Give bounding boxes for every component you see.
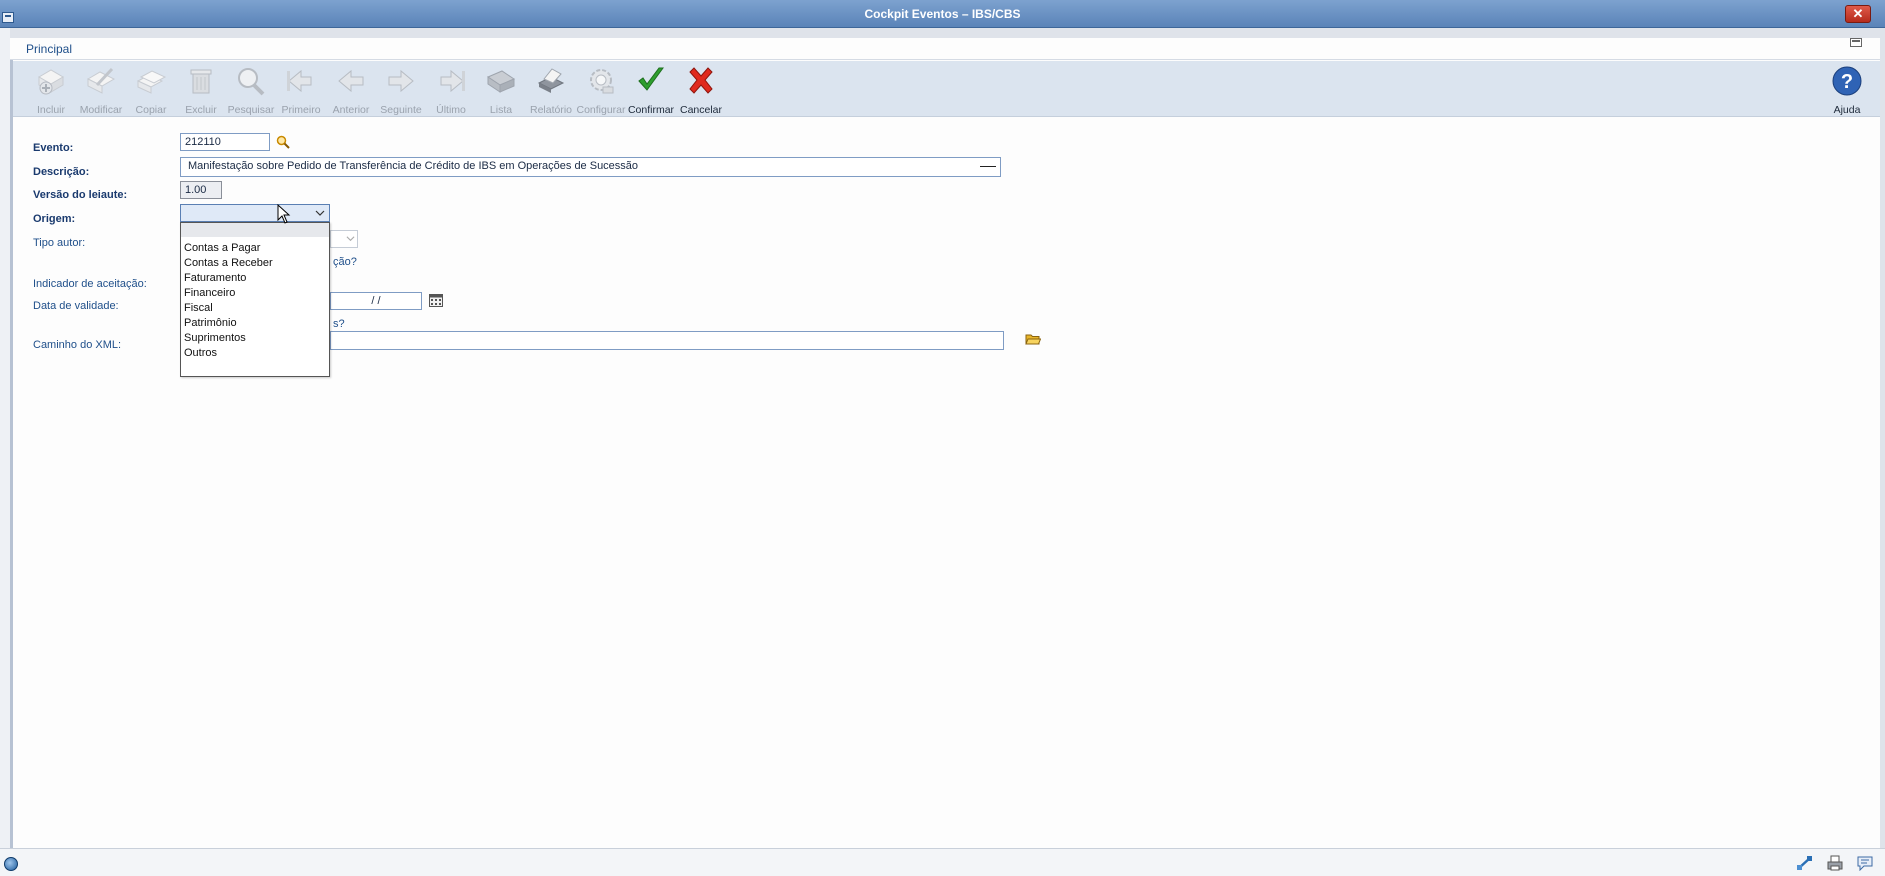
help-icon: ? [1832,66,1862,96]
dropdown-empty-option[interactable] [181,223,329,237]
cancel-x-icon [689,67,713,94]
option-patrimonio[interactable]: Patrimônio [181,316,329,331]
status-bar [0,848,1885,876]
ultimo-button[interactable]: Último [423,63,479,116]
expand-dash-icon[interactable] [980,166,996,167]
modificar-button[interactable]: Modificar [73,63,129,116]
incluir-button[interactable]: Incluir [23,63,79,116]
partial-question-1: ção? [333,256,357,268]
option-faturamento[interactable]: Faturamento [181,271,329,286]
ajuda-button[interactable]: ? Ajuda [1819,63,1875,116]
tipo-autor-label: Tipo autor: [33,237,86,249]
descricao-input[interactable]: Manifestação sobre Pedido de Transferênc… [180,157,1001,177]
relatorio-button[interactable]: Relatório [523,63,579,116]
next-arrow-icon [388,69,414,93]
panel-title: Principal [26,42,73,56]
caminho-xml-label: Caminho do XML: [33,339,122,351]
previous-arrow-icon [338,69,364,93]
print-settings-icon[interactable] [1826,855,1844,871]
ultimo-label: Último [436,104,466,116]
option-outros[interactable]: Outros [181,346,329,361]
incluir-label: Incluir [36,104,65,116]
option-contas-a-receber[interactable]: Contas a Receber [181,256,329,271]
svg-text:?: ? [1841,71,1853,93]
edit-document-icon [86,67,116,94]
versao-label: Versão do leiaute: [33,189,128,201]
pesquisar-label: Pesquisar [227,104,275,116]
pesquisar-button[interactable]: Pesquisar [223,63,279,116]
excluir-label: Excluir [185,104,217,116]
toolbar: Incluir Modificar Copiar Excluir Pesquis… [13,61,1880,117]
tipo-autor-select-partial[interactable] [330,230,358,248]
search-icon [238,68,265,96]
left-collapse-strip[interactable] [0,28,10,848]
caminho-xml-input[interactable] [330,331,1004,350]
option-contas-a-pagar[interactable]: Contas a Pagar [181,241,329,256]
anterior-label: Anterior [332,104,370,116]
globe-icon[interactable] [4,857,18,871]
lista-label: Lista [489,104,513,116]
cancelar-label: Cancelar [679,104,723,116]
primeiro-label: Primeiro [281,104,321,116]
seguinte-label: Seguinte [380,104,422,116]
configurar-label: Configurar [576,104,626,116]
gear-icon [590,69,614,94]
anterior-button[interactable]: Anterior [323,63,379,116]
last-record-icon [440,69,465,93]
mouse-cursor-icon [277,204,291,224]
folder-open-icon[interactable] [1025,333,1041,346]
partial-question-2: s? [333,318,345,330]
evento-search-icon[interactable] [276,135,290,149]
relatorio-label: Relatório [529,104,573,116]
printer-icon [537,68,565,93]
list-book-icon [486,70,516,93]
origem-dropdown-list: Contas a Pagar Contas a Receber Faturame… [180,222,330,377]
origem-label: Origem: [33,213,76,225]
window-close-button[interactable]: ✕ [1845,5,1871,23]
indicador-label: Indicador de aceitação: [33,278,147,290]
first-record-icon [287,69,312,93]
window-title: Cockpit Eventos – IBS/CBS [864,7,1021,21]
chat-message-icon[interactable] [1856,855,1874,871]
excluir-button[interactable]: Excluir [173,63,229,116]
panel-header: Principal [10,38,1880,60]
minimize-panel-icon[interactable] [1850,38,1862,47]
lista-button[interactable]: Lista [473,63,529,116]
primeiro-button[interactable]: Primeiro [273,63,329,116]
data-validade-label: Data de validade: [33,300,119,312]
option-financeiro[interactable]: Financeiro [181,286,329,301]
evento-input[interactable]: 212110 [180,133,270,151]
option-fiscal[interactable]: Fiscal [181,301,329,316]
checkmark-icon [638,67,664,91]
versao-input: 1.00 [180,181,222,199]
descricao-label: Descrição: [33,166,90,178]
copy-document-icon [136,70,167,94]
ajuda-label: Ajuda [1833,104,1861,116]
copiar-button[interactable]: Copiar [123,63,179,116]
trash-icon [190,69,212,94]
seguinte-button[interactable]: Seguinte [373,63,429,116]
cancelar-button[interactable]: Cancelar [673,63,729,116]
connection-icon[interactable] [1796,855,1814,871]
evento-label: Evento: [33,142,74,154]
event-form: Evento: 212110 Descrição: Manifestação s… [13,118,1880,848]
copiar-label: Copiar [135,104,167,116]
option-suprimentos[interactable]: Suprimentos [181,331,329,346]
confirmar-button[interactable]: Confirmar [623,63,679,116]
window-titlebar: Cockpit Eventos – IBS/CBS ✕ [0,0,1885,28]
add-document-icon [38,69,64,95]
configurar-button[interactable]: Configurar [573,63,629,116]
chevron-down-icon [346,236,355,242]
confirmar-label: Confirmar [627,104,675,116]
modificar-label: Modificar [79,104,123,116]
calendar-icon[interactable] [429,294,443,307]
origem-select[interactable] [180,204,330,222]
descricao-value: Manifestação sobre Pedido de Transferênc… [188,160,639,172]
data-validade-input[interactable]: / / [330,292,422,310]
chevron-down-icon [315,210,325,216]
